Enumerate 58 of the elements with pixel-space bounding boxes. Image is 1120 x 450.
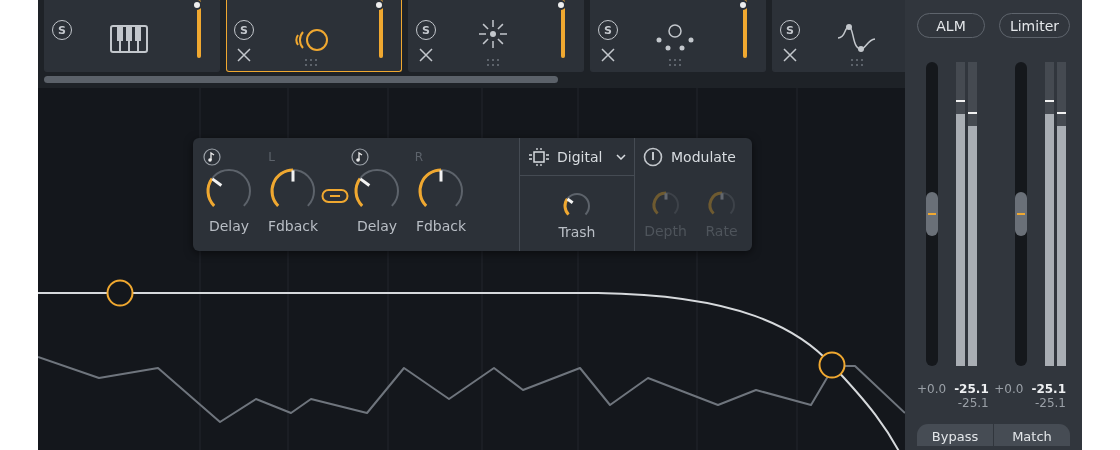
level-reading: -25.1 (1034, 396, 1066, 410)
drag-handle-icon[interactable] (669, 59, 681, 67)
footer-button[interactable]: Match (993, 424, 1070, 446)
eq-node[interactable] (817, 350, 847, 380)
chevron-down-icon (616, 153, 626, 160)
module-card[interactable]: S (226, 0, 402, 72)
scrollbar[interactable] (44, 76, 558, 83)
fader-thumb[interactable] (926, 192, 938, 236)
fader-thumb[interactable] (1015, 192, 1027, 236)
knob-label: Fdback (267, 218, 319, 234)
peak-marker (956, 99, 965, 102)
peak-marker (1045, 99, 1054, 102)
gain-fader[interactable] (1015, 62, 1027, 366)
peak-marker (1057, 111, 1066, 114)
knob-pointer[interactable] (566, 197, 574, 204)
level-reading: -25.1 (954, 382, 989, 396)
mode-dropdown[interactable]: Digital (520, 138, 634, 176)
drag-handle-icon[interactable] (487, 59, 499, 67)
knob-pointer[interactable] (291, 170, 295, 182)
knob-pointer[interactable] (359, 177, 371, 187)
sound-waves-icon (293, 27, 329, 53)
module-card[interactable]: S (772, 0, 905, 72)
knob-label: Trash (558, 223, 596, 240)
module-card[interactable]: S (590, 0, 766, 72)
level-reading: -25.1 (1031, 382, 1066, 396)
close-icon[interactable] (601, 48, 615, 62)
close-icon[interactable] (783, 48, 797, 62)
knob-label: Delay (208, 218, 250, 234)
drag-handle-icon[interactable] (305, 59, 317, 67)
eq-curve-icon (837, 23, 877, 53)
note-icon[interactable] (203, 148, 221, 166)
slider-thumb[interactable] (192, 0, 202, 10)
level-reading: -25.1 (957, 396, 989, 410)
power-icon[interactable] (643, 146, 663, 167)
link-icon[interactable] (321, 188, 349, 204)
knob-label: Delay (356, 218, 398, 234)
slider-thumb[interactable] (374, 0, 384, 10)
close-icon[interactable] (419, 48, 433, 62)
close-icon[interactable] (237, 48, 251, 62)
harmony-dots-icon (655, 23, 695, 53)
gain-fader[interactable] (926, 62, 938, 366)
slider-thumb[interactable] (556, 0, 566, 10)
slider-thumb[interactable] (738, 0, 748, 10)
footer-button[interactable]: Bypass (917, 424, 993, 446)
drag-handle-icon[interactable] (851, 59, 863, 67)
knob-pointer[interactable] (439, 170, 443, 182)
gain-value: +0.0 (917, 382, 947, 398)
gain-value: +0.0 (994, 382, 1024, 398)
module-card[interactable]: S (44, 0, 220, 72)
eq-node[interactable] (105, 278, 135, 308)
peak-marker (968, 111, 977, 114)
module-card[interactable]: S (408, 0, 584, 72)
knob-pointer[interactable] (211, 177, 223, 187)
note-icon[interactable] (351, 148, 369, 166)
knob-label: Fdback (415, 218, 467, 234)
piano-keys-icon (110, 25, 148, 53)
chip-icon (528, 146, 550, 167)
modulate-label: Modulate (671, 148, 736, 165)
